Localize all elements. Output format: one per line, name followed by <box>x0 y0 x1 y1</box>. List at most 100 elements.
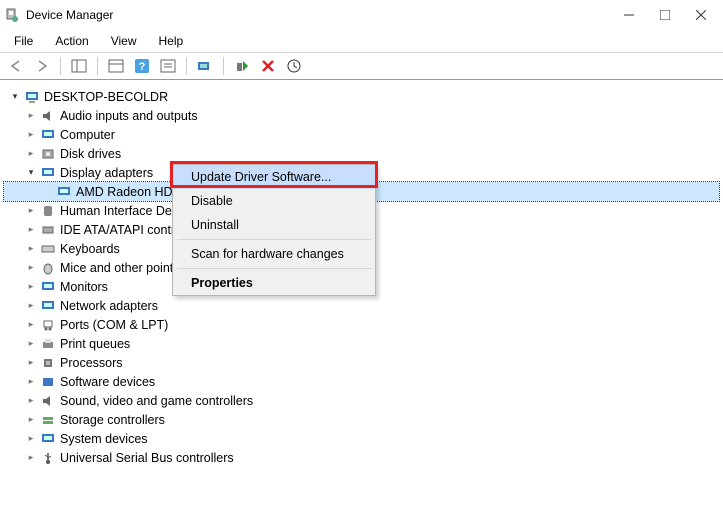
system-icon <box>40 431 56 447</box>
app-icon <box>4 7 20 23</box>
expand-icon[interactable]: ▸ <box>24 129 38 140</box>
mouse-icon <box>40 260 56 276</box>
help-button[interactable]: ? <box>132 56 152 76</box>
keyboard-icon <box>40 241 56 257</box>
expand-icon[interactable]: ▸ <box>24 452 38 463</box>
minimize-button[interactable] <box>611 0 647 30</box>
tree-item-label: Processors <box>60 356 123 370</box>
ctx-uninstall[interactable]: Uninstall <box>173 213 375 237</box>
toolbar-divider <box>186 57 187 75</box>
toolbar-divider <box>97 57 98 75</box>
ctx-disable[interactable]: Disable <box>173 189 375 213</box>
sound-icon <box>40 393 56 409</box>
tree-item-usb[interactable]: ▸ Universal Serial Bus controllers <box>4 448 719 467</box>
menu-action[interactable]: Action <box>51 32 92 50</box>
tree-item-label: Network adapters <box>60 299 158 313</box>
collapse-icon[interactable]: ▾ <box>24 167 38 178</box>
expand-icon[interactable]: ▸ <box>24 243 38 254</box>
tree-item-sound[interactable]: ▸Sound, video and game controllers <box>4 391 719 410</box>
menu-help[interactable]: Help <box>155 32 188 50</box>
tree-item-label: Universal Serial Bus controllers <box>60 451 234 465</box>
tree-item-storage[interactable]: ▸ Storage controllers <box>4 410 719 429</box>
tree-item-system[interactable]: ▸ System devices <box>4 429 719 448</box>
storage-icon <box>40 412 56 428</box>
tree-item-label: Computer <box>60 128 115 142</box>
toolbar-divider <box>223 57 224 75</box>
tree-root[interactable]: ▾ DESKTOP-BECOLDR <box>4 87 719 106</box>
expand-icon[interactable]: ▸ <box>24 148 38 159</box>
maximize-button[interactable] <box>647 0 683 30</box>
tree-item-label: System devices <box>60 432 148 446</box>
tree-item-label: Storage controllers <box>60 413 165 427</box>
tree-item-processors[interactable]: ▸ Processors <box>4 353 719 372</box>
cpu-icon <box>40 355 56 371</box>
expand-icon[interactable]: ▸ <box>24 319 38 330</box>
menubar: File Action View Help <box>0 30 723 52</box>
properties-button[interactable] <box>106 56 126 76</box>
port-icon <box>40 317 56 333</box>
toolbar: ? <box>0 52 723 80</box>
expand-icon[interactable]: ▸ <box>24 395 38 406</box>
audio-icon <box>40 108 56 124</box>
ctx-separator <box>177 268 371 269</box>
tree-item-label: Disk drives <box>60 147 121 161</box>
tree-item-label: Ports (COM & LPT) <box>60 318 168 332</box>
hid-icon <box>40 203 56 219</box>
expand-icon[interactable]: ▸ <box>24 414 38 425</box>
network-icon <box>40 298 56 314</box>
menu-file[interactable]: File <box>10 32 37 50</box>
ctx-properties[interactable]: Properties <box>173 271 375 295</box>
tree-item-label: AMD Radeon HD <box>76 185 173 199</box>
expand-icon[interactable]: ▸ <box>24 205 38 216</box>
computer-icon <box>40 127 56 143</box>
uninstall-button[interactable] <box>258 56 278 76</box>
tree-item-audio[interactable]: ▸ Audio inputs and outputs <box>4 106 719 125</box>
expand-icon[interactable]: ▸ <box>24 357 38 368</box>
display-adapter-icon <box>56 184 72 200</box>
tree-item-label: Display adapters <box>60 166 153 180</box>
close-button[interactable] <box>683 0 719 30</box>
scan-hardware-button[interactable] <box>195 56 215 76</box>
tree-item-label: Print queues <box>60 337 130 351</box>
tree-item-printq[interactable]: ▸ Print queues <box>4 334 719 353</box>
expand-icon[interactable]: ▸ <box>24 376 38 387</box>
show-hide-tree-button[interactable] <box>69 56 89 76</box>
tree-item-label: Monitors <box>60 280 108 294</box>
expand-icon[interactable]: ▸ <box>24 433 38 444</box>
tree-item-disk[interactable]: ▸ Disk drives <box>4 144 719 163</box>
ctx-update-driver[interactable]: Update Driver Software... <box>173 165 375 189</box>
window-titlebar: Device Manager <box>0 0 723 30</box>
toolbar-divider <box>60 57 61 75</box>
enable-device-button[interactable] <box>232 56 252 76</box>
action-button[interactable] <box>158 56 178 76</box>
display-adapter-icon <box>40 165 56 181</box>
tree-item-label: Audio inputs and outputs <box>60 109 198 123</box>
expand-icon[interactable]: ▾ <box>8 91 22 102</box>
tree-item-software[interactable]: ▸ Software devices <box>4 372 719 391</box>
expand-icon[interactable]: ▸ <box>24 224 38 235</box>
tree-item-ports[interactable]: ▸ Ports (COM & LPT) <box>4 315 719 334</box>
update-driver-button[interactable] <box>284 56 304 76</box>
tree-item-label: Software devices <box>60 375 155 389</box>
back-button[interactable] <box>6 56 26 76</box>
context-menu: Update Driver Software... Disable Uninst… <box>172 164 376 296</box>
printer-icon <box>40 336 56 352</box>
tree-item-label: IDE ATA/ATAPI contro <box>60 223 182 237</box>
tree-item-label: Human Interface Dev <box>60 204 178 218</box>
forward-button[interactable] <box>32 56 52 76</box>
expand-icon[interactable]: ▸ <box>24 262 38 273</box>
expand-icon[interactable]: ▸ <box>24 338 38 349</box>
tree-item-network[interactable]: ▸ Network adapters <box>4 296 719 315</box>
expand-icon[interactable]: ▸ <box>24 281 38 292</box>
ide-icon <box>40 222 56 238</box>
expand-icon[interactable]: ▸ <box>24 300 38 311</box>
software-icon <box>40 374 56 390</box>
menu-view[interactable]: View <box>107 32 141 50</box>
ctx-separator <box>177 239 371 240</box>
ctx-scan[interactable]: Scan for hardware changes <box>173 242 375 266</box>
svg-text:?: ? <box>139 61 146 73</box>
expand-icon[interactable]: ▸ <box>24 110 38 121</box>
tree-root-label: DESKTOP-BECOLDR <box>44 90 168 104</box>
tree-item-label: Keyboards <box>60 242 120 256</box>
tree-item-computer[interactable]: ▸ Computer <box>4 125 719 144</box>
